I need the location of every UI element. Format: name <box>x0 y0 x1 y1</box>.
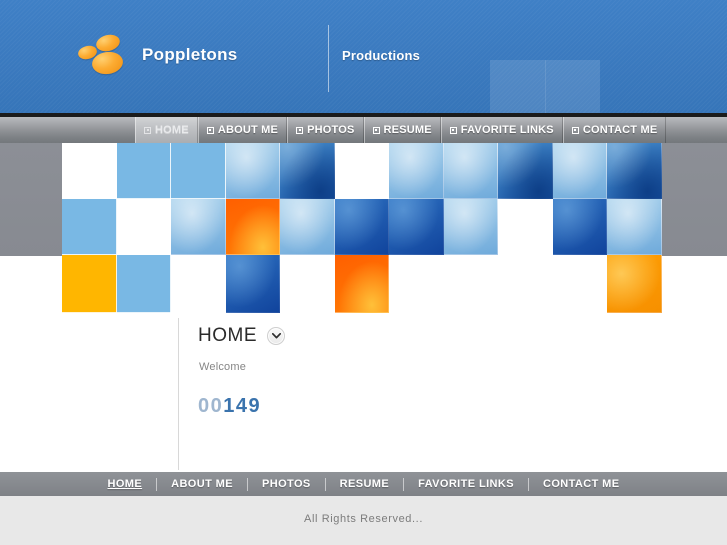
mosaic-tile <box>62 199 117 255</box>
mosaic-tile <box>280 143 335 199</box>
nav-item-photos[interactable]: PHOTOS <box>287 117 364 143</box>
mosaic-tile <box>443 255 499 313</box>
banner-side-panel-left <box>0 143 62 256</box>
brand-subtitle: Productions <box>342 48 421 63</box>
mosaic-tile <box>389 255 444 313</box>
brand-divider <box>328 25 329 92</box>
nav-item-label: FAVORITE LINKS <box>460 124 554 136</box>
nav-item-home[interactable]: HOME <box>135 117 198 143</box>
mosaic-tile <box>498 255 553 313</box>
square-bullet-icon <box>372 126 380 134</box>
banner-mosaic <box>0 143 727 313</box>
square-bullet-icon <box>144 126 151 134</box>
mosaic-tile <box>116 255 172 313</box>
header-accent-blocks <box>490 60 600 113</box>
page-root: Poppletons Productions HOME ABOUT ME PHO… <box>0 0 727 545</box>
chevron-down-circle-icon[interactable] <box>267 327 285 345</box>
hit-counter-leading-zeros: 00 <box>198 395 224 417</box>
copyright-text: All Rights Reserved... <box>304 513 423 525</box>
nav-item-contact-me[interactable]: CONTACT ME <box>562 117 667 143</box>
nav-item-label: CONTACT ME <box>582 124 658 136</box>
mosaic-tile <box>171 143 226 199</box>
nav-right-spacer <box>666 117 727 143</box>
mosaic-tile <box>280 255 335 313</box>
mosaic-tile <box>116 143 172 199</box>
footer-link-home[interactable]: HOME <box>94 478 157 490</box>
mosaic-tile <box>334 255 390 313</box>
mosaic-tile <box>116 199 172 255</box>
mosaic-tile <box>552 199 608 255</box>
hit-counter: 00149 <box>198 395 261 418</box>
site-header: Poppletons Productions <box>0 0 727 113</box>
banner-side-panel-right <box>662 143 727 256</box>
nav-item-label: RESUME <box>383 124 432 136</box>
footer-link-about-me[interactable]: ABOUT ME <box>157 478 247 490</box>
nav-item-label: PHOTOS <box>307 124 355 136</box>
mosaic-tile <box>498 143 553 199</box>
brand-name: Poppletons <box>142 45 238 64</box>
content-left-divider <box>178 318 179 470</box>
square-bullet-icon <box>206 126 214 134</box>
square-bullet-icon <box>449 126 457 134</box>
mosaic-tile <box>552 255 608 313</box>
mosaic-tile <box>171 199 226 255</box>
nav-item-label: HOME <box>155 124 189 136</box>
page-title: HOME <box>198 325 257 346</box>
footer-link-favorite-links[interactable]: FAVORITE LINKS <box>404 478 528 490</box>
footer-navigation: HOME ABOUT ME PHOTOS RESUME FAVORITE LIN… <box>0 472 727 496</box>
main-content: HOME Welcome 00149 <box>0 313 727 472</box>
mosaic-tile <box>225 255 281 313</box>
nav-left-spacer <box>0 117 135 143</box>
mosaic-tile <box>443 199 499 255</box>
mosaic-tile <box>607 199 662 255</box>
mosaic-tile <box>334 143 390 199</box>
mosaic-tile <box>498 199 553 255</box>
three-orange-ellipses-logo-icon <box>76 32 130 81</box>
square-bullet-icon <box>296 126 304 134</box>
footer-link-photos[interactable]: PHOTOS <box>248 478 325 490</box>
mosaic-tile <box>62 255 117 313</box>
mosaic-tile <box>62 143 117 199</box>
square-bullet-icon <box>571 126 579 134</box>
header-accent-block <box>490 60 546 113</box>
footer-link-resume[interactable]: RESUME <box>326 478 403 490</box>
nav-item-about-me[interactable]: ABOUT ME <box>197 117 288 143</box>
mosaic-tile <box>225 199 281 255</box>
copyright-bar: All Rights Reserved... <box>0 496 727 545</box>
page-title-row: HOME <box>198 325 285 347</box>
mosaic-grid <box>62 143 662 313</box>
main-navigation: HOME ABOUT ME PHOTOS RESUME FAVORITE LIN… <box>0 117 727 143</box>
mosaic-tile <box>443 143 499 199</box>
nav-item-label: ABOUT ME <box>217 124 279 136</box>
nav-item-favorite-links[interactable]: FAVORITE LINKS <box>440 117 563 143</box>
footer-link-contact-me[interactable]: CONTACT ME <box>529 478 634 490</box>
mosaic-tile <box>389 143 444 199</box>
welcome-text: Welcome <box>199 361 247 373</box>
mosaic-tile <box>389 199 444 255</box>
nav-item-resume[interactable]: RESUME <box>363 117 441 143</box>
hit-counter-value: 149 <box>223 395 262 417</box>
logo-ellipse-medium <box>94 32 122 54</box>
mosaic-tile <box>225 143 281 199</box>
mosaic-tile <box>607 255 662 313</box>
mosaic-tile <box>171 255 226 313</box>
mosaic-tile <box>334 199 390 255</box>
mosaic-tile <box>552 143 608 199</box>
mosaic-tile <box>280 199 335 255</box>
header-accent-block <box>545 60 600 113</box>
mosaic-tile <box>607 143 662 199</box>
